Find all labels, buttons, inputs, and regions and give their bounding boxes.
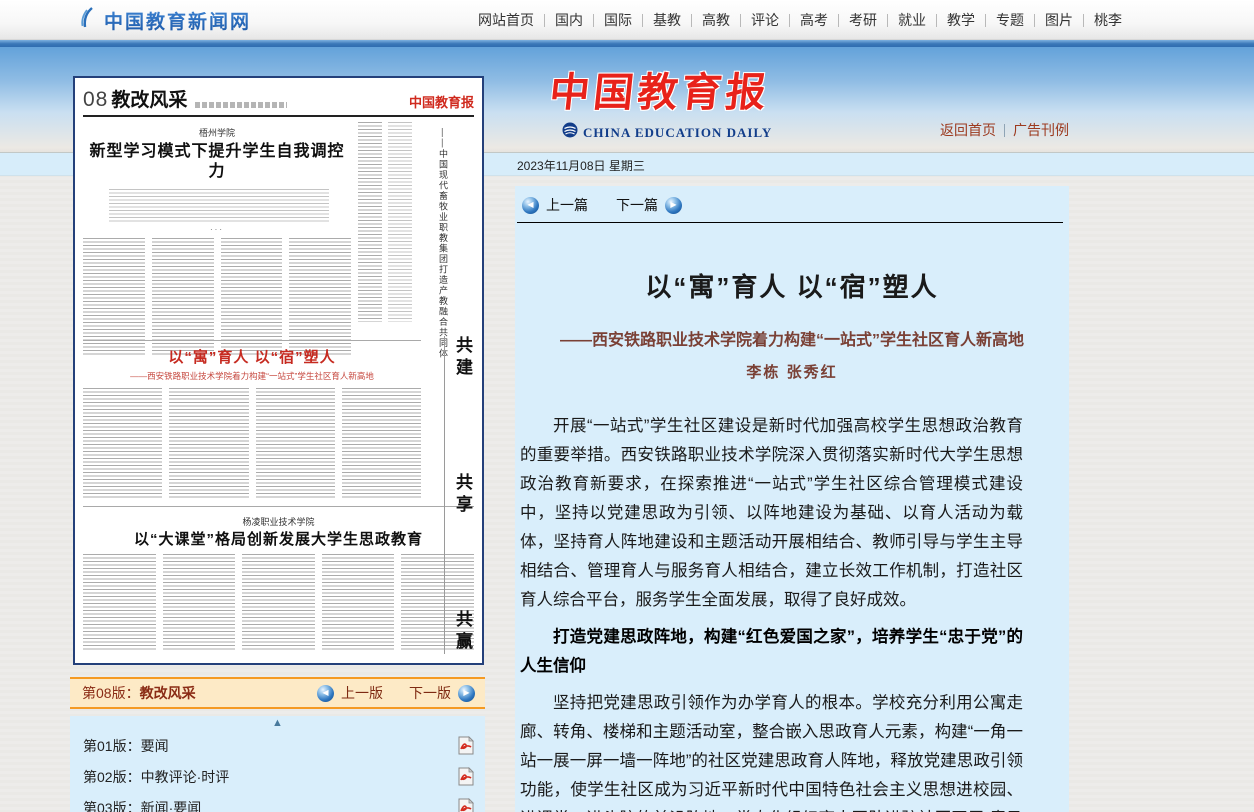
newsprint-text-block	[289, 238, 351, 356]
paper-masthead: 中国教育报 CHINA EDUCATION DAILY	[550, 60, 772, 143]
page-list-label: 第03版：新闻·要闻	[83, 798, 201, 812]
nav-item-gaokao[interactable]: 高考	[790, 10, 838, 30]
next-page-icon[interactable]: ▶	[458, 685, 475, 702]
collapse-up-icon[interactable]: ▲	[70, 716, 485, 730]
nav-item-jobs[interactable]: 就业	[888, 10, 936, 30]
pdf-icon[interactable]	[458, 798, 474, 812]
thumb-masthead-rule	[83, 115, 474, 117]
newsprint-text-block	[83, 238, 145, 356]
page-list-label: 第02版：中教评论·时评	[83, 767, 229, 787]
ad-rates-link[interactable]: 广告刊例	[1013, 120, 1069, 140]
newspaper-page-thumbnail[interactable]: 08 教改风采 中国教育报 梧州学院 新型学习模式下提升学生自我调控力 ···	[73, 76, 484, 665]
thumb-masthead-right: 中国教育报	[409, 92, 474, 112]
newsprint-text-block	[388, 122, 412, 322]
prev-page-icon[interactable]: ◀	[317, 685, 334, 702]
site-logo[interactable]: 中国教育新闻网	[78, 7, 251, 34]
thumb-vertical-caption: ——中国现代畜牧业职教集团打造产教融合共同体	[437, 128, 450, 368]
article-paragraph: 坚持把党建思政引领作为办学育人的根本。学校充分利用公寓走廊、转角、楼梯和主题活动…	[520, 689, 1023, 812]
pdf-icon[interactable]	[458, 736, 474, 760]
nav-item-domestic[interactable]: 国内	[545, 10, 593, 30]
nav-item-home[interactable]: 网站首页	[468, 10, 544, 30]
page-list-panel: ▲ 第01版：要闻 第02版：中教评论·时评 第03版	[70, 716, 485, 812]
newsprint-text-block	[221, 238, 283, 356]
article-paragraph: 开展“一站式”学生社区建设是新时代加强高校学生思想政治教育的重要举措。西安铁路职…	[520, 412, 1023, 615]
next-article-button[interactable]: 下一篇	[616, 195, 658, 215]
back-home-link[interactable]: 返回首页	[940, 120, 996, 140]
thumb-top-headline: 新型学习模式下提升学生自我调控力	[83, 142, 351, 182]
newsprint-text-block	[109, 189, 329, 223]
thumb-vertical-slogan: 共建 共享 共赢	[444, 336, 475, 654]
prev-article-icon[interactable]: ◀	[522, 197, 539, 214]
newsprint-text-block	[83, 388, 162, 500]
page-list-item-02[interactable]: 第02版：中教评论·时评	[70, 761, 485, 792]
article-authors: 李栋 张秀红	[515, 361, 1069, 382]
prev-page-button[interactable]: 上一版	[341, 683, 383, 703]
thumb-bottom-article: 杨凌职业技术学院 以“大课堂”格局创新发展大学生思政教育	[83, 506, 474, 650]
current-page-bar: 第08版： 教改风采 ◀ 上一版 下一版 ▶	[70, 677, 485, 709]
nav-item-higher-edu[interactable]: 高教	[692, 10, 740, 30]
paper-name-en: CHINA EDUCATION DAILY	[583, 125, 772, 141]
link-separator	[1004, 124, 1005, 137]
site-header: 中国教育新闻网 网站首页 国内 国际 基教 高教 评论 高考 考研 就业 教学 …	[0, 0, 1254, 40]
newsprint-text-block	[256, 388, 335, 500]
page-list-item-03[interactable]: 第03版：新闻·要闻	[70, 792, 485, 812]
slogan-word: 共建	[450, 336, 475, 380]
newsprint-text-block	[195, 102, 287, 108]
thumb-middle-article: 以“寓”育人 以“宿”塑人 ——西安铁路职业技术学院着力构建“一站式”学生社区育…	[83, 340, 421, 500]
masthead-links: 返回首页 广告刊例	[940, 120, 1069, 140]
article-subtitle: ——西安铁路职业技术学院着力构建“一站式”学生社区育人新高地	[515, 326, 1069, 350]
newsprint-text-block	[358, 122, 382, 322]
current-page-label: 第08版：	[82, 683, 140, 703]
pdf-icon[interactable]	[458, 767, 474, 791]
globe-icon	[562, 122, 578, 143]
page-list-item-01[interactable]: 第01版：要闻	[70, 730, 485, 761]
slogan-word: 共赢	[450, 610, 475, 654]
page-root: 中国教育新闻网 网站首页 国内 国际 基教 高教 评论 高考 考研 就业 教学 …	[0, 0, 1254, 812]
thumb-dots: ···	[83, 225, 351, 234]
article-nav: ◀ 上一篇 下一篇 ▶	[515, 186, 1069, 215]
issue-date: 2023年11月08日 星期三	[517, 157, 645, 174]
thumb-top-kicker: 梧州学院	[83, 126, 351, 139]
newsprint-text-block	[322, 554, 395, 650]
thumb-mid-subtitle: ——西安铁路职业技术学院着力构建“一站式”学生社区育人新高地	[83, 370, 421, 382]
thumb-section-name: 教改风采	[111, 85, 187, 112]
article-divider	[517, 222, 1063, 223]
thumb-bottom-kicker: 杨凌职业技术学院	[83, 515, 474, 528]
nav-item-comment[interactable]: 评论	[741, 10, 789, 30]
nav-item-teaching[interactable]: 教学	[937, 10, 985, 30]
prev-article-button[interactable]: 上一篇	[546, 195, 588, 215]
thumb-top-article: 梧州学院 新型学习模式下提升学生自我调控力 ···	[83, 122, 474, 334]
newsprint-text-block	[152, 238, 214, 356]
thumb-masthead: 08 教改风采 中国教育报	[83, 85, 474, 112]
thumb-bottom-headline: 以“大课堂”格局创新发展大学生思政教育	[83, 528, 474, 549]
nav-item-pictures[interactable]: 图片	[1035, 10, 1083, 30]
current-page-section: 教改风采	[140, 683, 196, 703]
next-page-button[interactable]: 下一版	[409, 683, 451, 703]
paper-name-logo: 中国教育报	[547, 60, 775, 118]
thumb-paper-logo: 中国教育报	[409, 96, 474, 111]
thumb-page-number: 08	[83, 88, 108, 112]
article-section-heading: 打造党建思政阵地，构建“红色爱国之家”，培养学生“忠于党”的人生信仰	[520, 623, 1023, 681]
newsprint-text-block	[83, 554, 156, 650]
slogan-word: 共享	[450, 473, 475, 517]
newsprint-text-block	[169, 388, 248, 500]
header-divider-band	[0, 40, 1254, 47]
nav-item-basic-edu[interactable]: 基教	[643, 10, 691, 30]
page-list-label: 第01版：要闻	[83, 736, 169, 756]
site-logo-text: 中国教育新闻网	[104, 7, 251, 34]
nav-item-international[interactable]: 国际	[594, 10, 642, 30]
article-title: 以“寓”育人 以“宿”塑人	[515, 267, 1069, 304]
nav-item-kaoyan[interactable]: 考研	[839, 10, 887, 30]
article-panel: ◀ 上一篇 下一篇 ▶ 以“寓”育人 以“宿”塑人 ——西安铁路职业技术学院着力…	[515, 186, 1069, 812]
newsprint-text-block	[342, 388, 421, 500]
nav-item-topics[interactable]: 专题	[986, 10, 1034, 30]
next-article-icon[interactable]: ▶	[665, 197, 682, 214]
top-nav: 网站首页 国内 国际 基教 高教 评论 高考 考研 就业 教学 专题 图片 桃李	[468, 0, 1132, 40]
newsprint-text-block	[242, 554, 315, 650]
logo-swoosh-icon	[78, 7, 98, 34]
nav-item-taoli[interactable]: 桃李	[1084, 10, 1132, 30]
article-body: 开展“一站式”学生社区建设是新时代加强高校学生思想政治教育的重要举措。西安铁路职…	[515, 412, 1069, 812]
newsprint-text-block	[163, 554, 236, 650]
